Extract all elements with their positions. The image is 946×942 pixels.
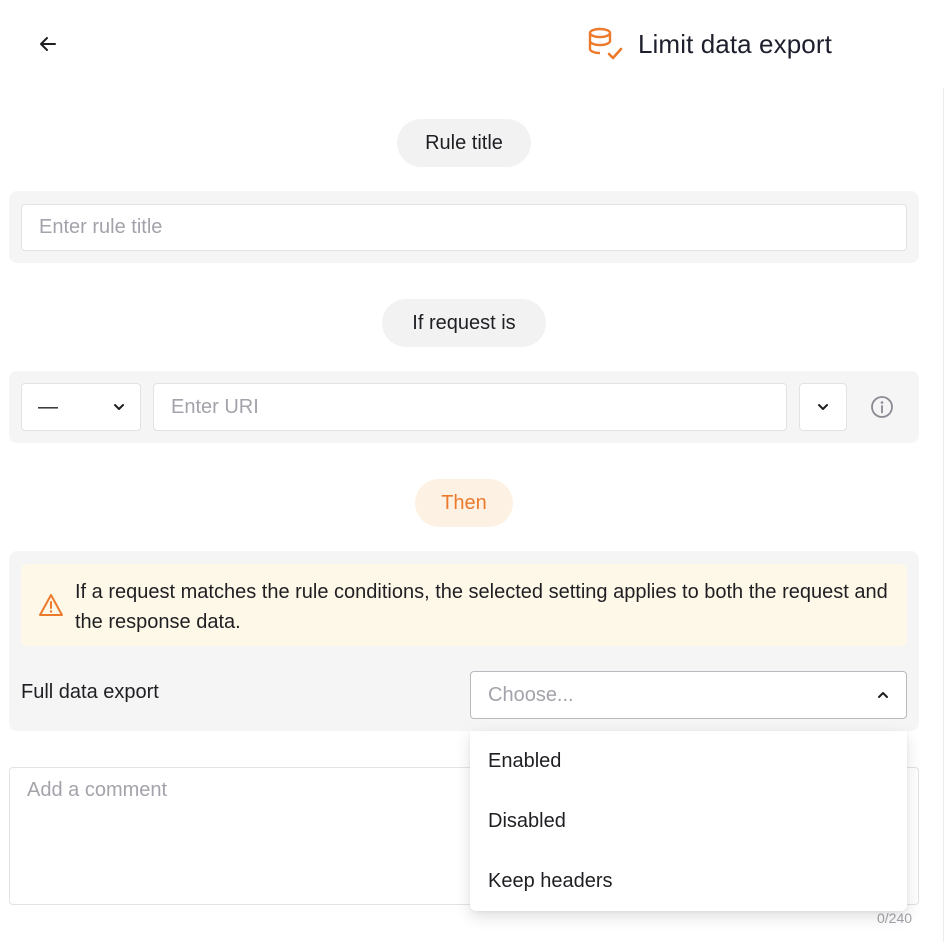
export-options-dropdown: Enabled Disabled Keep headers: [470, 731, 907, 911]
chevron-up-icon: [878, 692, 888, 698]
title-group: Limit data export: [586, 26, 832, 62]
info-circle-icon[interactable]: [870, 395, 894, 419]
match-type-select[interactable]: [799, 383, 847, 431]
uri-input[interactable]: Enter URI: [153, 383, 787, 431]
full-data-export-select[interactable]: Choose...: [470, 671, 907, 719]
option-enabled[interactable]: Enabled: [470, 731, 907, 791]
chevron-down-icon: [114, 404, 124, 410]
condition-panel: — Enter URI: [9, 371, 919, 443]
page-title: Limit data export: [638, 28, 832, 59]
option-keep-headers[interactable]: Keep headers: [470, 851, 907, 911]
comment-char-counter: 0/240: [877, 910, 913, 926]
rule-title-input[interactable]: Enter rule title: [21, 204, 907, 251]
arrow-left-icon: [40, 37, 56, 51]
then-panel: If a request matches the rule conditions…: [9, 551, 919, 731]
warning-triangle-icon: [39, 594, 63, 616]
page-header: Limit data export: [0, 0, 946, 88]
back-button[interactable]: [34, 30, 62, 58]
option-disabled[interactable]: Disabled: [470, 791, 907, 851]
method-select[interactable]: —: [21, 383, 141, 431]
database-check-icon: [588, 27, 623, 60]
then-pill: Then: [415, 479, 513, 527]
warning-text: If a request matches the rule conditions…: [75, 581, 888, 633]
divider: [943, 88, 944, 942]
full-data-export-label: Full data export: [21, 681, 159, 703]
condition-pill: If request is: [382, 299, 546, 347]
export-select-placeholder: Choose...: [488, 683, 574, 706]
method-value: —: [38, 395, 58, 418]
rule-title-pill: Rule title: [397, 119, 531, 167]
chevron-down-icon: [818, 404, 828, 410]
rule-title-panel: Enter rule title: [9, 191, 919, 263]
warning-banner: If a request matches the rule conditions…: [21, 564, 907, 646]
